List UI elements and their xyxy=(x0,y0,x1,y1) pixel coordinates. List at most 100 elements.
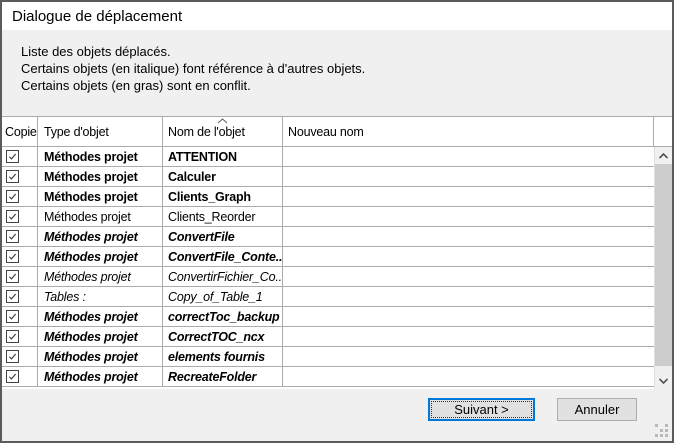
copy-checkbox[interactable] xyxy=(6,170,19,183)
table-row[interactable]: Méthodes projetcorrectToc_backup xyxy=(2,307,654,327)
object-name-cell: Clients_Reorder xyxy=(163,207,283,226)
checkmark-icon xyxy=(7,191,18,202)
instructions-panel: Liste des objets déplacés. Certains obje… xyxy=(2,30,672,117)
object-type-cell: Méthodes projet xyxy=(38,327,163,346)
copy-checkbox[interactable] xyxy=(6,330,19,343)
object-type-cell: Méthodes projet xyxy=(38,347,163,366)
new-name-cell[interactable] xyxy=(283,347,654,366)
new-name-cell[interactable] xyxy=(283,227,654,246)
copy-cell xyxy=(2,327,38,346)
object-type-cell: Méthodes projet xyxy=(38,267,163,286)
checkmark-icon xyxy=(7,231,18,242)
copy-cell xyxy=(2,287,38,306)
copy-cell xyxy=(2,347,38,366)
copy-cell xyxy=(2,267,38,286)
copy-checkbox[interactable] xyxy=(6,150,19,163)
copy-cell xyxy=(2,247,38,266)
copy-cell xyxy=(2,187,38,206)
copy-checkbox[interactable] xyxy=(6,290,19,303)
cancel-button[interactable]: Annuler xyxy=(557,398,637,421)
instruction-line-1: Liste des objets déplacés. xyxy=(21,43,672,60)
new-name-cell[interactable] xyxy=(283,267,654,286)
column-header-new-name[interactable]: Nouveau nom xyxy=(283,117,654,146)
dialog-title: Dialogue de déplacement xyxy=(12,8,182,25)
new-name-cell[interactable] xyxy=(283,327,654,346)
new-name-cell[interactable] xyxy=(283,207,654,226)
object-type-cell: Méthodes projet xyxy=(38,167,163,186)
copy-checkbox[interactable] xyxy=(6,190,19,203)
object-name-cell: Calculer xyxy=(163,167,283,186)
copy-checkbox[interactable] xyxy=(6,350,19,363)
table-row[interactable]: Méthodes projetClients_Graph xyxy=(2,187,654,207)
new-name-cell[interactable] xyxy=(283,187,654,206)
table-row[interactable]: Méthodes projetelements fournis xyxy=(2,347,654,367)
checkmark-icon xyxy=(7,351,18,362)
checkmark-icon xyxy=(7,311,18,322)
table-row[interactable]: Méthodes projetConvertirFichier_Co... xyxy=(2,267,654,287)
instruction-line-3: Certains objets (en gras) sont en confli… xyxy=(21,77,672,94)
sort-ascending-icon xyxy=(217,118,228,124)
resize-grip-icon[interactable] xyxy=(655,424,668,437)
new-name-cell[interactable] xyxy=(283,247,654,266)
checkmark-icon xyxy=(7,271,18,282)
object-name-cell: ConvertirFichier_Co... xyxy=(163,267,283,286)
object-type-cell: Méthodes projet xyxy=(38,307,163,326)
new-name-cell[interactable] xyxy=(283,147,654,166)
scrollbar-down-button[interactable] xyxy=(655,372,672,389)
table-header-row: Copie Type d'objet Nom de l'objet Nouvea… xyxy=(2,117,672,147)
object-name-cell: ConvertFile_Conte... xyxy=(163,247,283,266)
table-row[interactable]: Méthodes projetCalculer xyxy=(2,167,654,187)
table-row[interactable]: Méthodes projetConvertFile_Conte... xyxy=(2,247,654,267)
table-row[interactable]: Méthodes projetCorrectTOC_ncx xyxy=(2,327,654,347)
object-type-cell: Tables : xyxy=(38,287,163,306)
object-type-cell: Méthodes projet xyxy=(38,227,163,246)
table-row[interactable]: Tables :Copy_of_Table_1 xyxy=(2,287,654,307)
scrollbar-thumb[interactable] xyxy=(655,164,672,366)
header-corner xyxy=(654,117,672,146)
new-name-cell[interactable] xyxy=(283,287,654,306)
copy-cell xyxy=(2,367,38,386)
checkmark-icon xyxy=(7,251,18,262)
object-name-cell: RecreateFolder xyxy=(163,367,283,386)
object-name-cell: Copy_of_Table_1 xyxy=(163,287,283,306)
copy-cell xyxy=(2,207,38,226)
copy-checkbox[interactable] xyxy=(6,270,19,283)
object-name-cell: ATTENTION xyxy=(163,147,283,166)
vertical-scrollbar[interactable] xyxy=(654,147,672,389)
move-dialog-window: Dialogue de déplacement Liste des objets… xyxy=(0,0,674,443)
scrollbar-up-button[interactable] xyxy=(655,147,672,164)
new-name-cell[interactable] xyxy=(283,307,654,326)
checkmark-icon xyxy=(7,171,18,182)
dialog-footer: Suivant > Annuler xyxy=(2,389,672,441)
table-row[interactable]: Méthodes projetClients_Reorder xyxy=(2,207,654,227)
object-name-cell: CorrectTOC_ncx xyxy=(163,327,283,346)
column-header-copy[interactable]: Copie xyxy=(2,117,38,146)
table-row[interactable]: Méthodes projetRecreateFolder xyxy=(2,367,654,387)
next-button[interactable]: Suivant > xyxy=(428,398,535,421)
copy-checkbox[interactable] xyxy=(6,370,19,383)
new-name-cell[interactable] xyxy=(283,167,654,186)
checkmark-icon xyxy=(7,291,18,302)
object-name-cell: correctToc_backup xyxy=(163,307,283,326)
table-row[interactable]: Méthodes projetATTENTION xyxy=(2,147,654,167)
copy-checkbox[interactable] xyxy=(6,250,19,263)
new-name-cell[interactable] xyxy=(283,367,654,386)
copy-checkbox[interactable] xyxy=(6,310,19,323)
checkmark-icon xyxy=(7,211,18,222)
moved-objects-table: Copie Type d'objet Nom de l'objet Nouvea… xyxy=(2,116,672,389)
copy-checkbox[interactable] xyxy=(6,230,19,243)
table-row[interactable]: Méthodes projetConvertFile xyxy=(2,227,654,247)
object-name-cell: Clients_Graph xyxy=(163,187,283,206)
table-body: Méthodes projetATTENTIONMéthodes projetC… xyxy=(2,147,672,387)
object-type-cell: Méthodes projet xyxy=(38,207,163,226)
copy-checkbox[interactable] xyxy=(6,210,19,223)
dialog-titlebar[interactable]: Dialogue de déplacement xyxy=(2,2,672,30)
object-type-cell: Méthodes projet xyxy=(38,247,163,266)
object-name-cell: ConvertFile xyxy=(163,227,283,246)
copy-cell xyxy=(2,307,38,326)
object-type-cell: Méthodes projet xyxy=(38,147,163,166)
copy-cell xyxy=(2,167,38,186)
column-header-type[interactable]: Type d'objet xyxy=(38,117,163,146)
copy-cell xyxy=(2,227,38,246)
object-type-cell: Méthodes projet xyxy=(38,187,163,206)
